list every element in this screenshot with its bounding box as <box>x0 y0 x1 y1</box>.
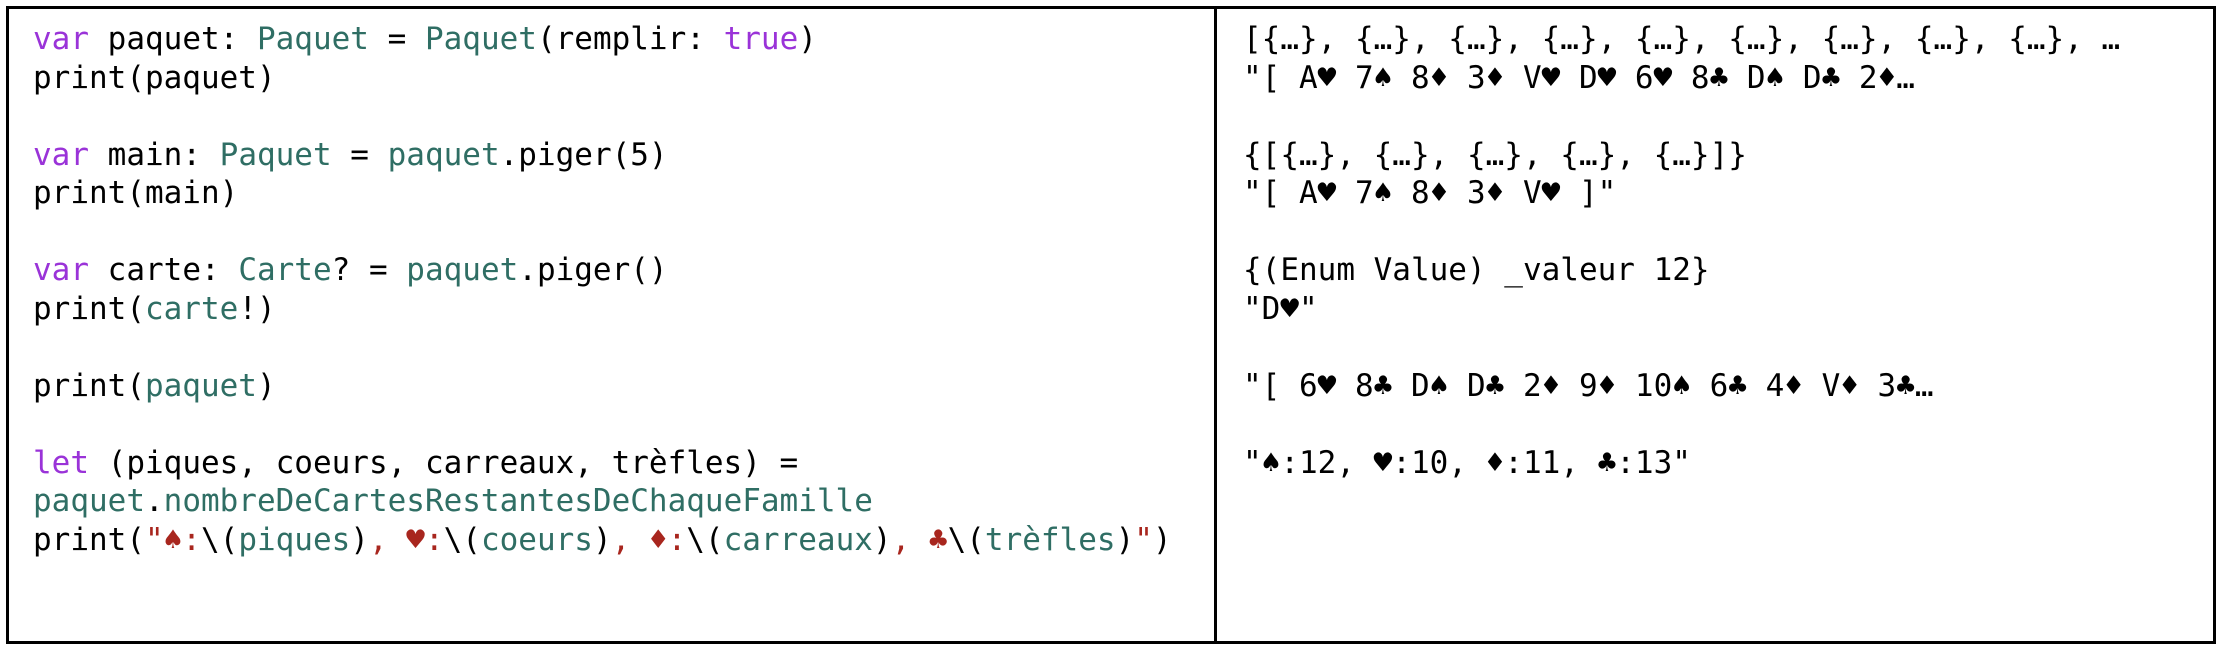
code-token: var <box>33 252 89 288</box>
code-token: = <box>331 136 388 173</box>
playground-frame: var paquet: Paquet = Paquet(remplir: tru… <box>6 6 2216 644</box>
result-line: "[ A♥ 7♠ 8♦ 3♦ V♥ D♥ 6♥ 8♣ D♠ D♣ 2♦… <box>1243 59 1915 96</box>
code-token: \( <box>686 521 724 558</box>
code-token: ) <box>592 521 612 558</box>
code-token: \( <box>443 521 481 558</box>
code-token: ) <box>256 367 276 404</box>
code-token: true <box>723 21 799 57</box>
results-sidebar-pane: [{…}, {…}, {…}, {…}, {…}, {…}, {…}, {…},… <box>1217 9 2213 641</box>
code-token: carreaux <box>723 521 873 558</box>
code-token: !) <box>238 290 276 327</box>
result-line: {(Enum Value) _valeur 12} <box>1243 252 1710 288</box>
result-line <box>1243 328 2193 367</box>
code-token: ) <box>350 521 369 558</box>
code-token: print(main) <box>33 175 239 211</box>
code-token: piques <box>238 521 351 558</box>
code-token: \( <box>200 521 239 558</box>
code-token: ) <box>1115 521 1135 558</box>
code-token: paquet <box>144 367 257 404</box>
code-line[interactable]: print(carte!) <box>33 290 1194 329</box>
code-line[interactable]: print(paquet) <box>33 59 1194 98</box>
code-line[interactable]: print("♠:\(piques), ♥:\(coeurs), ♦:\(car… <box>33 521 1194 560</box>
code-token: var <box>33 21 89 57</box>
code-token: print(paquet) <box>33 59 276 96</box>
result-line: "[ 6♥ 8♣ D♠ D♣ 2♦ 9♦ 10♠ 6♣ 4♦ V♦ 3♣… <box>1243 367 1934 404</box>
code-line[interactable]: print(main) <box>33 174 1194 213</box>
result-line <box>1243 213 2193 252</box>
code-token: = <box>368 21 425 57</box>
code-token: \( <box>947 521 985 558</box>
code-token: print( <box>33 290 145 327</box>
code-token: Paquet <box>219 136 332 173</box>
code-token: print( <box>33 521 145 558</box>
code-token: carte: <box>89 252 239 288</box>
code-line[interactable]: print(paquet) <box>33 367 1194 406</box>
code-line[interactable]: let (piques, coeurs, carreaux, trèfles) … <box>33 444 1194 483</box>
code-token: paquet <box>33 483 145 519</box>
code-token: , ♣ <box>891 521 948 558</box>
code-line[interactable]: paquet.nombreDeCartesRestantesDeChaqueFa… <box>33 482 1194 521</box>
code-token: carte <box>144 290 239 327</box>
code-token: Paquet <box>256 21 369 57</box>
result-line: [{…}, {…}, {…}, {…}, {…}, {…}, {…}, {…},… <box>1243 21 2121 57</box>
code-token: ) <box>872 521 892 558</box>
code-token: ? = <box>331 252 407 288</box>
code-line[interactable] <box>33 97 1194 136</box>
code-line[interactable] <box>33 405 1194 444</box>
code-line[interactable]: var main: Paquet = paquet.piger(5) <box>33 136 1194 175</box>
code-token: (piques, coeurs, carreaux, trèfles) = <box>89 444 799 481</box>
code-line[interactable]: var carte: Carte? = paquet.piger() <box>33 251 1194 290</box>
code-token: nombreDeCartesRestantesDeChaqueFamille <box>163 483 873 519</box>
code-token: , ♦: <box>611 521 687 558</box>
code-token: Carte <box>238 252 332 288</box>
result-line <box>1243 97 2193 136</box>
code-token: .piger() <box>518 252 668 288</box>
code-line[interactable] <box>33 328 1194 367</box>
code-token: . <box>144 483 164 519</box>
code-token: var <box>33 136 89 173</box>
code-token: , ♥: <box>368 521 444 558</box>
result-line <box>1243 405 2193 444</box>
code-token: print( <box>33 367 145 404</box>
code-token: coeurs <box>480 521 593 558</box>
result-line: "D♥" <box>1243 290 1318 327</box>
result-line: "♠:12, ♥:10, ♦:11, ♣:13" <box>1243 444 1691 481</box>
result-line: {[{…}, {…}, {…}, {…}, {…}]} <box>1243 136 1747 173</box>
code-token: paquet <box>406 252 519 288</box>
result-line: "[ A♥ 7♠ 8♦ 3♦ V♥ ]" <box>1243 175 1617 211</box>
code-line[interactable] <box>33 213 1194 252</box>
code-token: trèfles <box>984 521 1116 558</box>
code-token: paquet: <box>89 21 257 57</box>
code-token: Paquet <box>424 21 537 57</box>
code-token: paquet <box>387 136 500 173</box>
code-token: .piger(5) <box>499 136 668 173</box>
code-token: (remplir: <box>536 21 724 57</box>
code-token: main: <box>89 136 220 173</box>
code-editor-pane[interactable]: var paquet: Paquet = Paquet(remplir: tru… <box>9 9 1217 641</box>
code-line[interactable]: var paquet: Paquet = Paquet(remplir: tru… <box>33 20 1194 59</box>
code-token: ) <box>1152 521 1172 558</box>
code-token: let <box>33 444 89 481</box>
code-token: ) <box>798 21 817 57</box>
code-token: "♠: <box>144 521 201 558</box>
code-token: " <box>1134 521 1153 558</box>
